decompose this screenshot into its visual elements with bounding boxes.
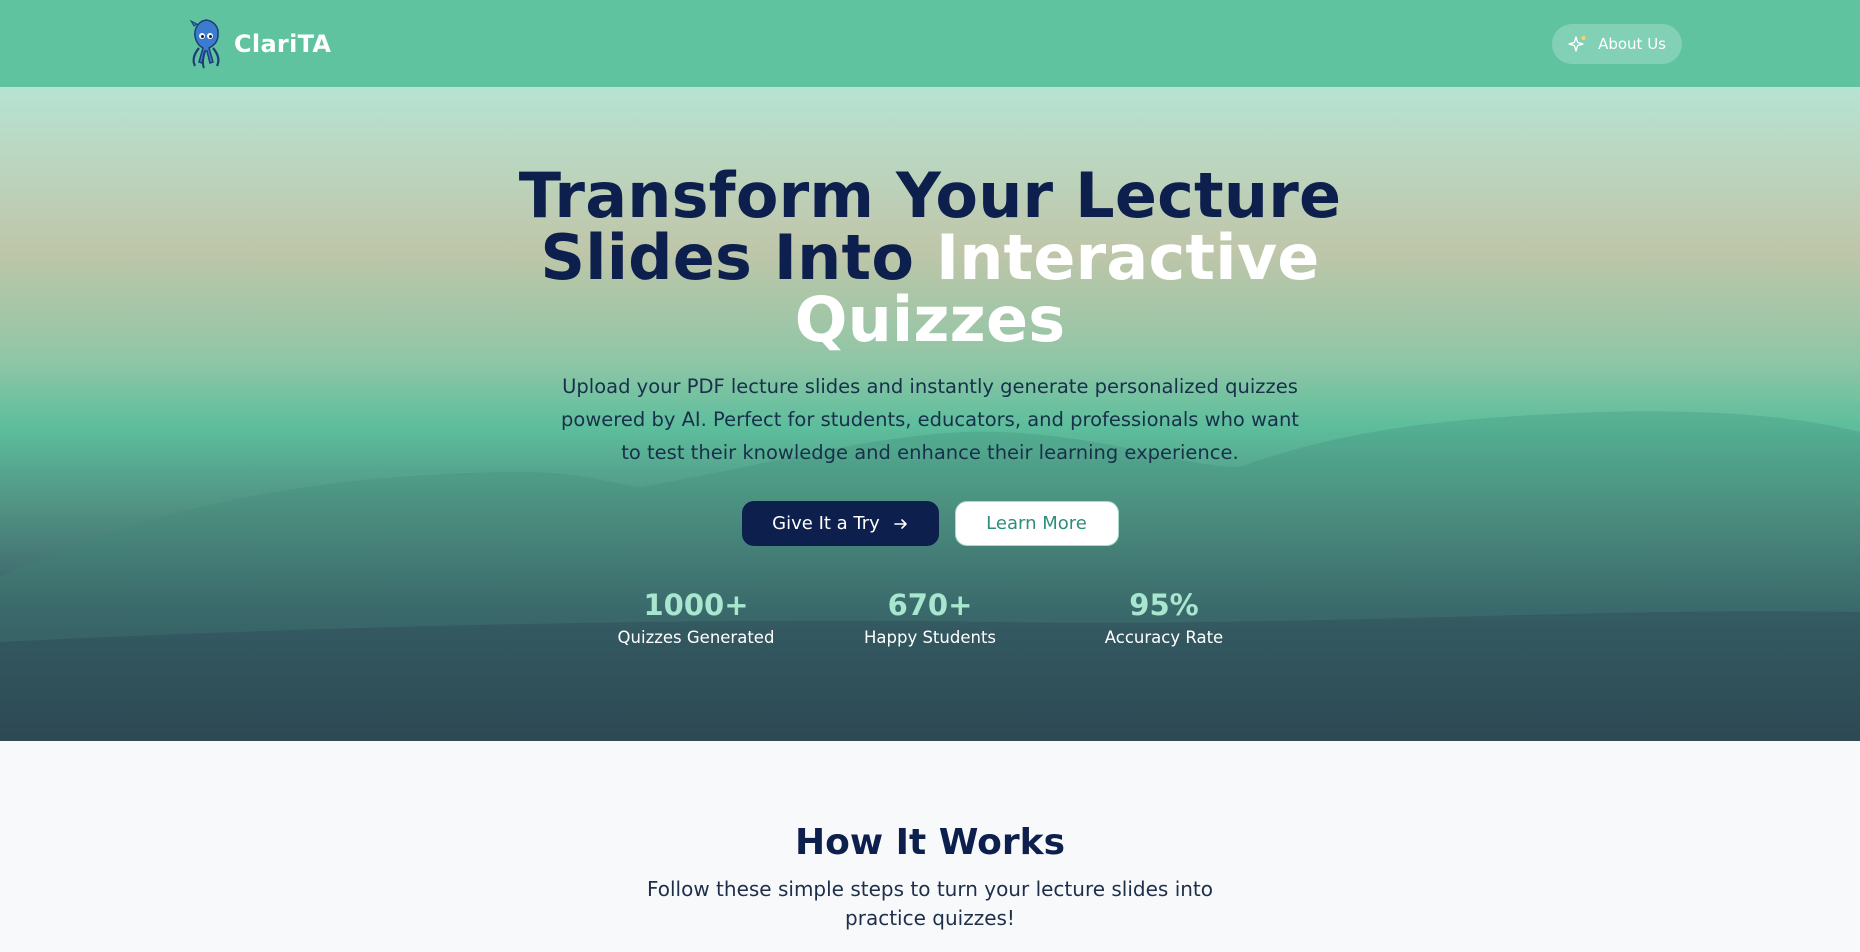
- stat-students: 670+ Happy Students: [813, 587, 1047, 653]
- stat-accuracy: 95% Accuracy Rate: [1047, 587, 1281, 653]
- how-it-works-title: How It Works: [794, 822, 1066, 863]
- hero-title-line-3: Quizzes: [794, 283, 1066, 356]
- learn-more-label: Learn More: [986, 513, 1087, 534]
- hero-content: Transform Your Lecture Slides Into Inter…: [0, 87, 1860, 741]
- stat-value: 670+: [887, 588, 973, 622]
- learn-more-button[interactable]: Learn More: [954, 501, 1119, 546]
- about-us-label: About Us: [1598, 34, 1666, 53]
- hero-title: Transform Your Lecture Slides Into Inter…: [0, 165, 1860, 351]
- stat-label: Quizzes Generated: [617, 628, 775, 647]
- stat-value: 95%: [1129, 588, 1199, 622]
- give-it-a-try-label: Give It a Try: [772, 513, 880, 534]
- stat-value: 1000+: [643, 588, 749, 622]
- stats-row: 1000+ Quizzes Generated 670+ Happy Stude…: [0, 587, 1860, 653]
- stat-quizzes: 1000+ Quizzes Generated: [579, 587, 813, 653]
- give-it-a-try-button[interactable]: Give It a Try: [741, 501, 939, 546]
- how-it-works-subtitle: Follow these simple steps to turn your l…: [646, 877, 1214, 930]
- hero-actions: Give It a Try Learn More: [0, 501, 1860, 546]
- about-us-button[interactable]: About Us: [1552, 23, 1682, 64]
- hero-title-line-2: Slides Into Interactive: [0, 227, 1860, 289]
- brand-link[interactable]: ClariTA: [188, 18, 331, 70]
- hero-title-line-1: Transform Your Lecture: [518, 159, 1342, 232]
- arrow-right-icon: [894, 518, 907, 529]
- hero-subtitle: Upload your PDF lecture slides and insta…: [561, 375, 1299, 464]
- navbar: ClariTA About Us: [0, 0, 1860, 87]
- hero-section: Transform Your Lecture Slides Into Inter…: [0, 87, 1860, 741]
- stat-label: Accuracy Rate: [1104, 628, 1224, 647]
- squid-mascot-icon: [189, 18, 220, 68]
- stat-label: Happy Students: [863, 628, 997, 647]
- brand-name: ClariTA: [234, 29, 332, 58]
- sparkle-icon: [1568, 35, 1586, 52]
- how-it-works-section: How It Works Follow these simple steps t…: [0, 741, 1860, 952]
